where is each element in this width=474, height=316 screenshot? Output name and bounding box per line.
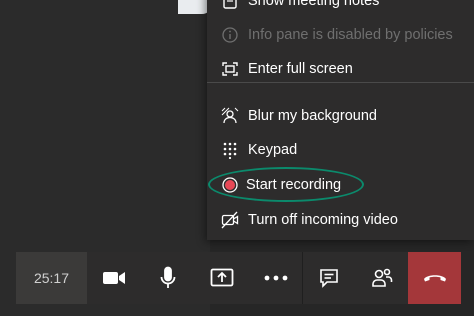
more-options-menu: Show meeting notes Info pane is disabled…: [207, 0, 474, 240]
microphone-icon: [159, 266, 177, 290]
menu-item-info-pane: Info pane is disabled by policies: [207, 18, 474, 52]
more-options-button[interactable]: [249, 252, 302, 304]
info-icon: [221, 26, 239, 44]
microphone-button[interactable]: [141, 252, 195, 304]
menu-item-show-meeting-notes[interactable]: Show meeting notes: [207, 0, 474, 18]
camera-button[interactable]: [87, 252, 141, 304]
participants-icon: [371, 267, 393, 289]
chat-button[interactable]: [302, 252, 355, 304]
hang-up-icon: [423, 269, 447, 287]
menu-item-start-recording[interactable]: Start recording: [207, 168, 474, 202]
menu-item-label: Turn off incoming video: [248, 212, 398, 228]
call-controls-bar: 25:17: [16, 252, 461, 304]
menu-item-label: Blur my background: [248, 108, 377, 124]
menu-item-label: Keypad: [248, 142, 298, 158]
share-screen-button[interactable]: [195, 252, 249, 304]
call-timer: 25:17: [16, 252, 87, 304]
record-icon: [221, 176, 239, 194]
menu-item-keypad[interactable]: Keypad: [207, 133, 474, 167]
camera-icon: [102, 270, 126, 286]
menu-item-blur-background[interactable]: Blur my background: [207, 99, 474, 133]
menu-item-label: Start recording: [246, 177, 342, 193]
menu-item-enter-full-screen[interactable]: Enter full screen: [207, 52, 474, 86]
blur-background-icon: [221, 107, 239, 125]
video-off-icon: [221, 211, 239, 229]
menu-item-label: Info pane is disabled by policies: [248, 27, 453, 43]
more-options-icon: [264, 275, 288, 281]
participants-button[interactable]: [355, 252, 408, 304]
hang-up-button[interactable]: [408, 252, 461, 304]
notes-icon: [221, 0, 239, 10]
menu-item-turn-off-incoming-video[interactable]: Turn off incoming video: [207, 203, 474, 237]
menu-item-label: Enter full screen: [248, 61, 353, 77]
menu-item-label: Show meeting notes: [248, 0, 380, 9]
keypad-icon: [221, 141, 239, 160]
fullscreen-icon: [221, 60, 239, 78]
chat-icon: [319, 268, 339, 288]
share-screen-icon: [210, 268, 234, 288]
menu-divider: [207, 82, 474, 83]
